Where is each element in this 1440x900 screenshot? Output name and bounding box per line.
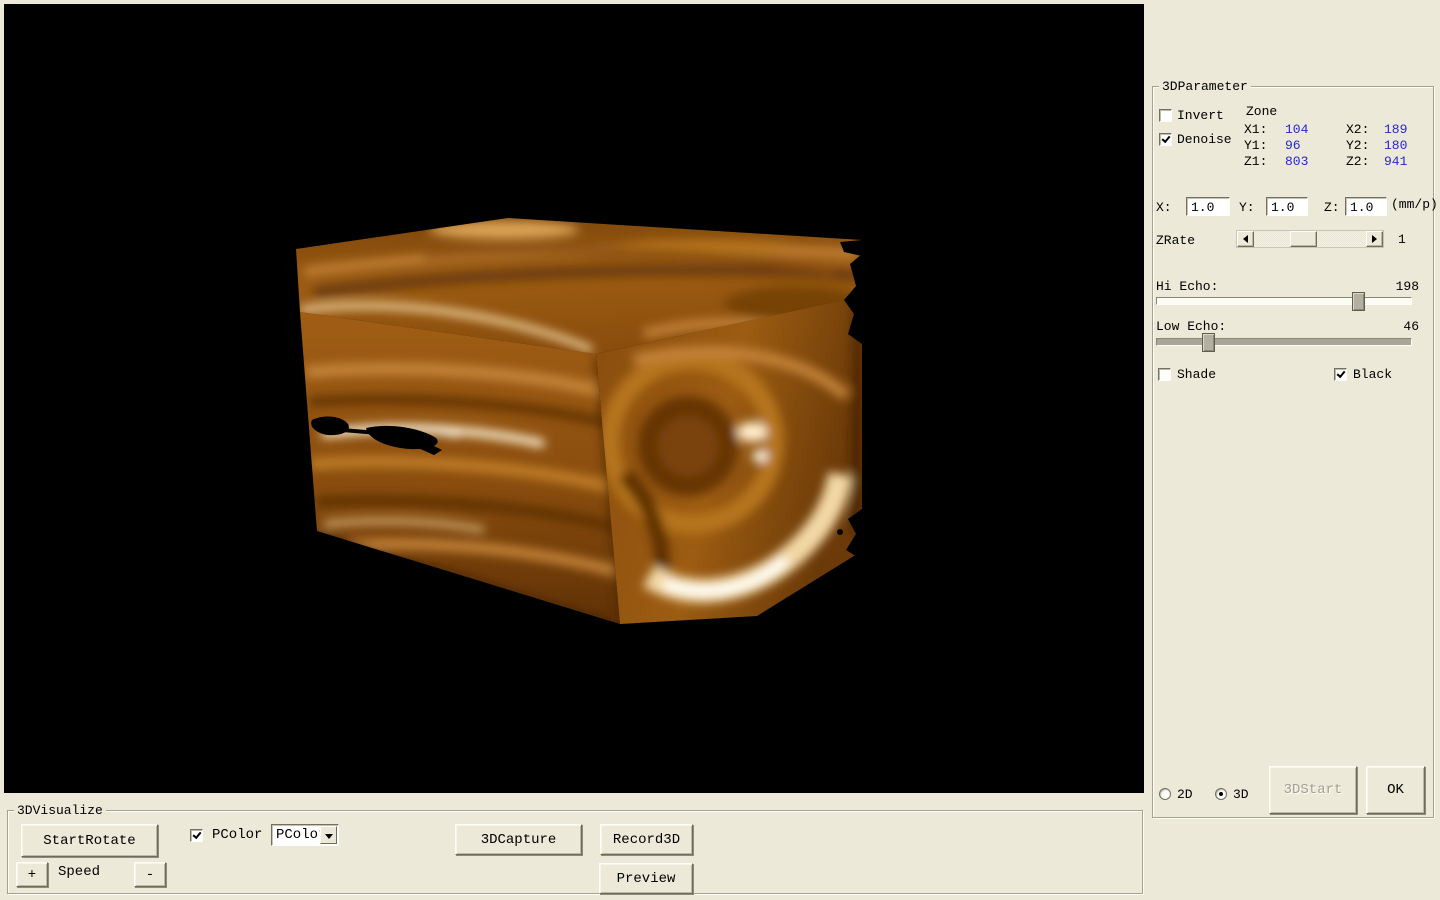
zone-z2-value: 941 <box>1384 154 1407 169</box>
mode-3d-label: 3D <box>1233 787 1249 802</box>
zone-x1-value: 104 <box>1285 122 1308 137</box>
scale-z-label: Z: <box>1324 200 1340 215</box>
pcolor-checkbox[interactable] <box>190 829 203 842</box>
hi-echo-slider-thumb[interactable] <box>1352 292 1365 311</box>
zrate-scroll-right-button[interactable] <box>1366 231 1383 247</box>
zrate-label: ZRate <box>1156 233 1195 248</box>
zone-x2-value: 189 <box>1384 122 1407 137</box>
app-window: { "colors": { "panel_bg": "#ece9d8", "vi… <box>0 0 1440 900</box>
visualize-groupbox-title: 3DVisualize <box>14 803 106 818</box>
hi-echo-value: 198 <box>1396 279 1419 294</box>
scale-x-label: X: <box>1156 200 1172 215</box>
arrow-left-icon <box>1243 235 1248 243</box>
pcolor-dropdown-button[interactable] <box>320 826 337 844</box>
zone-label: Zone <box>1246 104 1277 119</box>
speed-plus-button[interactable]: + <box>16 862 48 887</box>
invert-checkbox[interactable] <box>1159 109 1172 122</box>
zone-x2-label: X2: <box>1346 122 1369 137</box>
zone-y1-value: 96 <box>1285 138 1301 153</box>
low-echo-label: Low Echo: <box>1156 319 1226 334</box>
shade-label: Shade <box>1177 367 1216 382</box>
black-label: Black <box>1353 367 1392 382</box>
low-echo-value: 46 <box>1403 319 1419 334</box>
mode-2d-radio[interactable] <box>1159 788 1171 800</box>
zone-z2-label: Z2: <box>1346 154 1369 169</box>
scale-z-input[interactable] <box>1345 197 1387 216</box>
zone-y2-value: 180 <box>1384 138 1407 153</box>
zone-z1-label: Z1: <box>1244 154 1267 169</box>
chevron-down-icon <box>325 834 333 839</box>
zrate-scrollbar[interactable] <box>1236 230 1384 248</box>
start-rotate-button[interactable]: StartRotate <box>21 824 158 857</box>
zrate-scroll-left-button[interactable] <box>1237 231 1254 247</box>
3dcapture-button[interactable]: 3DCapture <box>455 824 582 855</box>
scale-x-input[interactable] <box>1186 197 1230 216</box>
visualize-groupbox: 3DVisualize StartRotate + Speed - PColor… <box>7 810 1143 894</box>
pcolor-dropdown[interactable]: PColor <box>271 824 339 846</box>
black-checkbox[interactable] <box>1334 368 1347 381</box>
zone-y1-label: Y1: <box>1244 138 1267 153</box>
preview-button[interactable]: Preview <box>599 863 693 894</box>
zrate-scrollbar-thumb[interactable] <box>1290 231 1317 247</box>
zone-z1-value: 803 <box>1285 154 1308 169</box>
mode-2d-label: 2D <box>1177 787 1193 802</box>
scale-unit-label: (mm/p) <box>1391 197 1438 212</box>
hi-echo-label: Hi Echo: <box>1156 279 1218 294</box>
mode-3d-radio[interactable] <box>1215 788 1227 800</box>
low-echo-slider-thumb[interactable] <box>1202 333 1215 352</box>
scale-y-label: Y: <box>1239 200 1255 215</box>
zrate-value: 1 <box>1398 232 1406 247</box>
volume-render <box>4 4 1144 793</box>
pcolor-label: PColor <box>212 828 262 843</box>
zone-x1-label: X1: <box>1244 122 1267 137</box>
pcolor-dropdown-value: PColor <box>276 827 326 843</box>
ok-button[interactable]: OK <box>1366 766 1425 814</box>
shade-checkbox[interactable] <box>1158 368 1171 381</box>
invert-label: Invert <box>1177 108 1224 123</box>
render-viewport[interactable] <box>4 4 1144 793</box>
arrow-right-icon <box>1372 235 1377 243</box>
parameter-groupbox-title: 3DParameter <box>1159 79 1251 94</box>
low-echo-slider-track[interactable] <box>1156 338 1412 346</box>
denoise-label: Denoise <box>1177 132 1232 147</box>
parameter-groupbox: 3DParameter Invert Denoise Zone X1: 104 … <box>1152 86 1434 818</box>
hi-echo-slider-track[interactable] <box>1156 297 1412 305</box>
zone-y2-label: Y2: <box>1346 138 1369 153</box>
speed-label: Speed <box>58 865 100 880</box>
3dstart-button[interactable]: 3DStart <box>1269 766 1357 814</box>
record3d-button[interactable]: Record3D <box>600 824 693 855</box>
denoise-checkbox[interactable] <box>1159 133 1172 146</box>
speed-minus-button[interactable]: - <box>134 862 166 887</box>
scale-y-input[interactable] <box>1266 197 1308 216</box>
